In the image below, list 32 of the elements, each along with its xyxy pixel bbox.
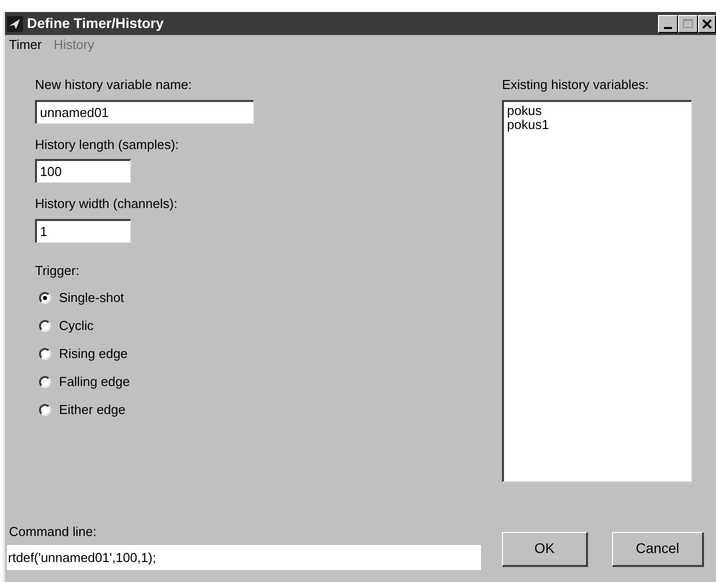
text-field[interactable]: 1 <box>35 218 131 242</box>
radio-option[interactable]: Cyclic <box>39 316 502 335</box>
list-label: Existing history variables: <box>502 76 650 94</box>
menu-item[interactable]: Timer <box>9 35 42 55</box>
radio-option[interactable]: Either edge <box>39 400 502 419</box>
app-icon <box>7 16 23 32</box>
radio-option[interactable]: Single-shot <box>39 288 502 307</box>
dialog-button[interactable]: Cancel <box>612 532 704 566</box>
radio-button[interactable] <box>39 320 51 332</box>
field-label: New history variable name: <box>35 76 193 94</box>
maximize-button[interactable] <box>678 14 698 32</box>
radio-option[interactable]: Falling edge <box>39 372 502 391</box>
command-label: Command line: <box>8 522 98 540</box>
command-field[interactable]: rtdef('unnamed01',100,1); <box>7 545 481 570</box>
field-label: History length (samples): <box>35 136 180 154</box>
window-title: Define Timer/History <box>27 14 165 33</box>
radio-button[interactable] <box>39 292 51 304</box>
radio-button[interactable] <box>39 376 51 388</box>
variable-list[interactable]: pokus pokus1 <box>502 100 692 482</box>
minimize-button[interactable] <box>658 14 678 32</box>
text-field[interactable]: unnamed01 <box>35 100 254 124</box>
close-icon <box>702 18 712 28</box>
trigger-label: Trigger: <box>35 262 80 280</box>
dialog-button[interactable]: OK <box>502 532 588 566</box>
field-label: History width (channels): <box>35 195 178 213</box>
radio-button[interactable] <box>39 348 51 360</box>
list-item[interactable]: pokus1 <box>507 118 688 132</box>
close-button[interactable] <box>698 14 716 32</box>
text-field[interactable]: 100 <box>35 159 131 183</box>
list-item[interactable]: pokus <box>507 104 688 118</box>
radio-option[interactable]: Rising edge <box>39 344 502 363</box>
radio-button[interactable] <box>39 404 51 416</box>
